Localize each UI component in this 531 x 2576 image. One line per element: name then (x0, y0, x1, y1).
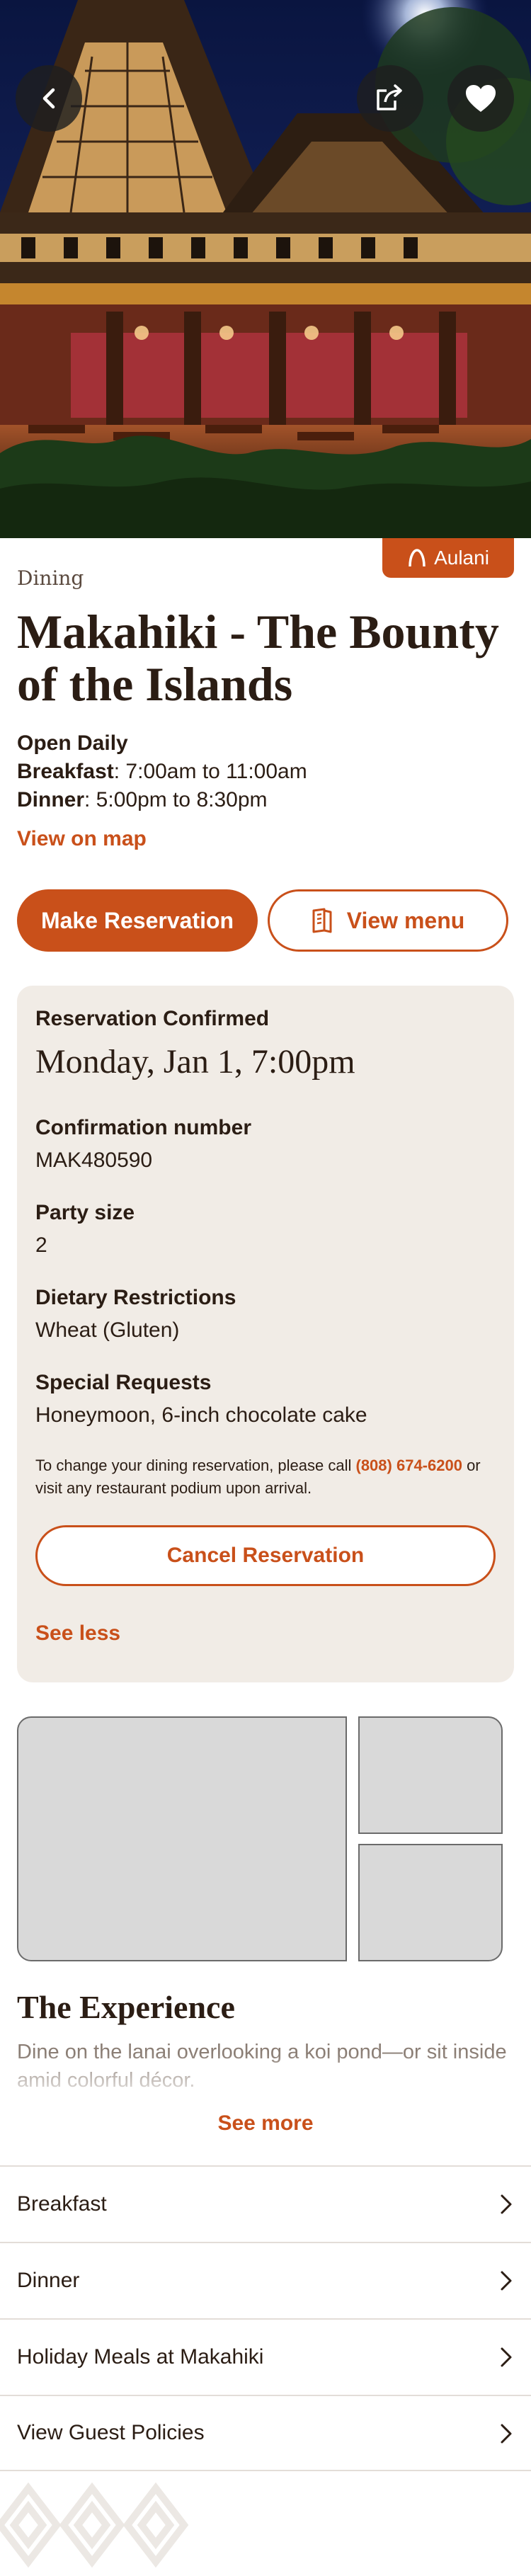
breakfast-hours-label: Breakfast (17, 760, 114, 783)
resort-badge-label: Aulani (434, 547, 489, 569)
confirmation-value: MAK480590 (35, 1149, 153, 1172)
hours-block: Open Daily Breakfast: 7:00am to 11:00am … (17, 729, 307, 814)
restaurant-detail-page: Aulani Dining Makahiki - The Bounty of t… (0, 0, 531, 2576)
note-prefix: To change your dining reservation, pleas… (35, 1457, 356, 1474)
info-list: Breakfast Dinner Holiday Meals at Makahi… (0, 2165, 531, 2471)
dietary-label: Dietary Restrictions (35, 1286, 236, 1309)
share-icon (377, 84, 402, 110)
party-size-label: Party size (35, 1201, 135, 1224)
special-requests-value: Honeymoon, 6-inch chocolate cake (35, 1403, 367, 1427)
list-item-guest-policies[interactable]: View Guest Policies (0, 2395, 531, 2471)
list-item-label: View Guest Policies (17, 2421, 205, 2444)
chevron-right-icon (501, 2194, 512, 2214)
special-requests-label: Special Requests (35, 1371, 212, 1394)
category-label: Dining (17, 566, 84, 590)
back-button[interactable] (16, 65, 82, 132)
confirmation-label: Confirmation number (35, 1116, 251, 1139)
view-menu-label: View menu (346, 907, 465, 933)
make-reservation-button[interactable]: Make Reservation (17, 889, 258, 952)
list-item-breakfast[interactable]: Breakfast (0, 2165, 531, 2242)
hours-title: Open Daily (17, 731, 128, 755)
list-item-label: Breakfast (17, 2192, 107, 2216)
view-on-map-link[interactable]: View on map (17, 827, 147, 851)
reservation-card: Reservation Confirmed Monday, Jan 1, 7:0… (17, 986, 514, 1682)
breakfast-hours-row: Breakfast: 7:00am to 11:00am (17, 758, 307, 786)
experience-title: The Experience (17, 1989, 235, 2025)
party-size-value: 2 (35, 1233, 47, 1257)
share-button[interactable] (357, 65, 423, 132)
page-title: Makahiki - The Bounty of the Islands (17, 605, 499, 711)
see-more-link[interactable]: See more (0, 2111, 531, 2136)
gallery-image-tertiary[interactable] (358, 1844, 503, 1961)
view-menu-button[interactable]: View menu (268, 889, 508, 952)
chevron-right-icon (501, 2424, 512, 2444)
description-fade (0, 2053, 531, 2103)
reservation-date: Monday, Jan 1, 7:00pm (35, 1043, 355, 1081)
list-item-holiday-meals[interactable]: Holiday Meals at Makahiki (0, 2318, 531, 2395)
dinner-hours-row: Dinner: 5:00pm to 8:30pm (17, 786, 307, 814)
hero-image (0, 0, 531, 538)
see-less-link[interactable]: See less (35, 1622, 120, 1646)
reservation-status: Reservation Confirmed (35, 1007, 270, 1030)
dietary-value: Wheat (Gluten) (35, 1318, 180, 1342)
chevron-right-icon (501, 2271, 512, 2291)
chevron-right-icon (501, 2347, 512, 2367)
menu-book-icon (312, 908, 332, 933)
favorite-button[interactable] (447, 65, 514, 132)
breakfast-hours-value: : 7:00am to 11:00am (113, 760, 307, 783)
chevron-left-icon (42, 88, 55, 109)
gallery-image-main[interactable] (17, 1716, 347, 1961)
list-item-label: Holiday Meals at Makahiki (17, 2345, 264, 2369)
list-item-label: Dinner (17, 2269, 80, 2292)
aulani-logo-icon (409, 549, 426, 567)
gallery-image-secondary[interactable] (358, 1716, 503, 1834)
resort-badge: Aulani (382, 538, 514, 578)
restaurant-photo (0, 0, 531, 538)
decorative-pattern (0, 2482, 189, 2568)
list-item-dinner[interactable]: Dinner (0, 2242, 531, 2318)
heart-icon (466, 85, 496, 112)
dinner-hours-value: : 5:00pm to 8:30pm (84, 788, 268, 811)
dinner-hours-label: Dinner (17, 788, 85, 811)
cancel-reservation-button[interactable]: Cancel Reservation (35, 1525, 496, 1586)
change-reservation-note: To change your dining reservation, pleas… (35, 1454, 503, 1500)
phone-link[interactable]: (808) 674-6200 (356, 1457, 462, 1474)
